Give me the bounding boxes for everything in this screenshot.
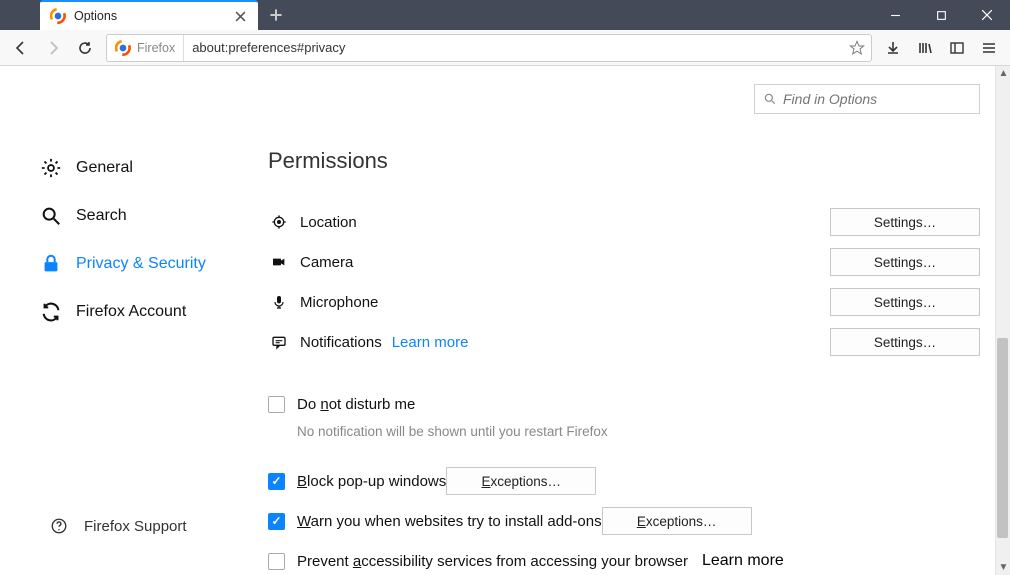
nav-label: General <box>76 159 133 177</box>
permission-label: Notifications <box>300 334 382 351</box>
titlebar: Options <box>0 0 1010 30</box>
permission-camera: Camera Settings… <box>268 242 980 282</box>
lock-icon <box>40 253 62 275</box>
content-area: General Search Privacy & Security Firefo… <box>0 66 1010 575</box>
nav-label: Privacy & Security <box>76 255 206 273</box>
library-button[interactable] <box>910 33 940 63</box>
permission-notifications: Notifications Learn more Settings… <box>268 322 980 362</box>
permission-label: Microphone <box>300 294 378 311</box>
prevent-a11y-checkbox[interactable] <box>268 553 285 570</box>
nav-search[interactable]: Search <box>40 192 248 240</box>
help-icon <box>50 517 68 535</box>
nav-firefox-account[interactable]: Firefox Account <box>40 288 248 336</box>
url-bar[interactable]: Firefox <box>106 34 872 62</box>
nav-general[interactable]: General <box>40 144 248 192</box>
support-label: Firefox Support <box>84 518 187 535</box>
tab-favicon <box>50 8 66 24</box>
block-popups-row: Block pop-up windows Exceptions… <box>268 461 980 501</box>
identity-label: Firefox <box>137 41 175 55</box>
camera-settings-button[interactable]: Settings… <box>830 248 980 276</box>
do-not-disturb-row: Do not disturb me <box>268 384 980 424</box>
new-tab-button[interactable] <box>265 4 287 26</box>
popups-exceptions-button[interactable]: Exceptions… <box>446 467 596 495</box>
toolbar: Firefox <box>0 30 1010 66</box>
main-panel: Permissions Location Settings… Camera Se… <box>248 66 1010 575</box>
location-icon <box>268 214 290 230</box>
close-window-button[interactable] <box>964 0 1010 30</box>
menu-button[interactable] <box>974 33 1004 63</box>
tab-close-icon[interactable] <box>232 8 248 24</box>
notifications-settings-button[interactable]: Settings… <box>830 328 980 356</box>
gear-icon <box>40 157 62 179</box>
warn-addons-row: Warn you when websites try to install ad… <box>268 501 980 541</box>
nav-privacy-security[interactable]: Privacy & Security <box>40 240 248 288</box>
downloads-button[interactable] <box>878 33 908 63</box>
microphone-icon <box>268 294 290 310</box>
back-button[interactable] <box>6 33 36 63</box>
microphone-settings-button[interactable]: Settings… <box>830 288 980 316</box>
warn-addons-checkbox[interactable] <box>268 513 285 530</box>
section-heading: Permissions <box>268 148 980 174</box>
find-in-options[interactable] <box>754 84 980 114</box>
sync-icon <box>40 301 62 323</box>
prevent-a11y-label: Prevent accessibility services from acce… <box>297 553 688 570</box>
maximize-button[interactable] <box>918 0 964 30</box>
notification-icon <box>268 334 290 350</box>
url-input[interactable] <box>184 40 843 55</box>
location-settings-button[interactable]: Settings… <box>830 208 980 236</box>
block-popups-label: Block pop-up windows <box>297 473 446 490</box>
window-controls <box>872 0 1010 30</box>
find-input[interactable] <box>783 91 971 107</box>
sidebar-button[interactable] <box>942 33 972 63</box>
notifications-learn-more[interactable]: Learn more <box>392 334 469 351</box>
nav-label: Search <box>76 207 127 225</box>
do-not-disturb-checkbox[interactable] <box>268 396 285 413</box>
prevent-a11y-row: Prevent accessibility services from acce… <box>268 541 980 575</box>
a11y-learn-more[interactable]: Learn more <box>702 552 784 570</box>
bookmark-star-icon[interactable] <box>843 40 871 56</box>
minimize-button[interactable] <box>872 0 918 30</box>
search-icon <box>763 92 777 106</box>
nav-label: Firefox Account <box>76 303 186 321</box>
permission-label: Camera <box>300 254 353 271</box>
block-popups-checkbox[interactable] <box>268 473 285 490</box>
reload-button[interactable] <box>70 33 100 63</box>
identity-box[interactable]: Firefox <box>107 35 184 61</box>
addons-exceptions-button[interactable]: Exceptions… <box>602 507 752 535</box>
categories-sidebar: General Search Privacy & Security Firefo… <box>0 66 248 575</box>
permission-label: Location <box>300 214 357 231</box>
forward-button[interactable] <box>38 33 68 63</box>
browser-tab[interactable]: Options <box>40 0 258 30</box>
search-icon <box>40 205 62 227</box>
vertical-scrollbar[interactable]: ▲ ▼ <box>995 66 1010 575</box>
firefox-logo-icon <box>115 40 131 56</box>
firefox-support-link[interactable]: Firefox Support <box>50 517 187 535</box>
permission-microphone: Microphone Settings… <box>268 282 980 322</box>
scrollbar-thumb[interactable] <box>997 338 1008 538</box>
permission-location: Location Settings… <box>268 202 980 242</box>
do-not-disturb-hint: No notification will be shown until you … <box>297 424 980 439</box>
do-not-disturb-label: Do not disturb me <box>297 396 415 413</box>
tab-title: Options <box>74 9 232 23</box>
scroll-down-arrow[interactable]: ▼ <box>996 560 1010 575</box>
warn-addons-label: Warn you when websites try to install ad… <box>297 513 602 530</box>
camera-icon <box>268 254 290 270</box>
scroll-up-arrow[interactable]: ▲ <box>996 66 1010 81</box>
